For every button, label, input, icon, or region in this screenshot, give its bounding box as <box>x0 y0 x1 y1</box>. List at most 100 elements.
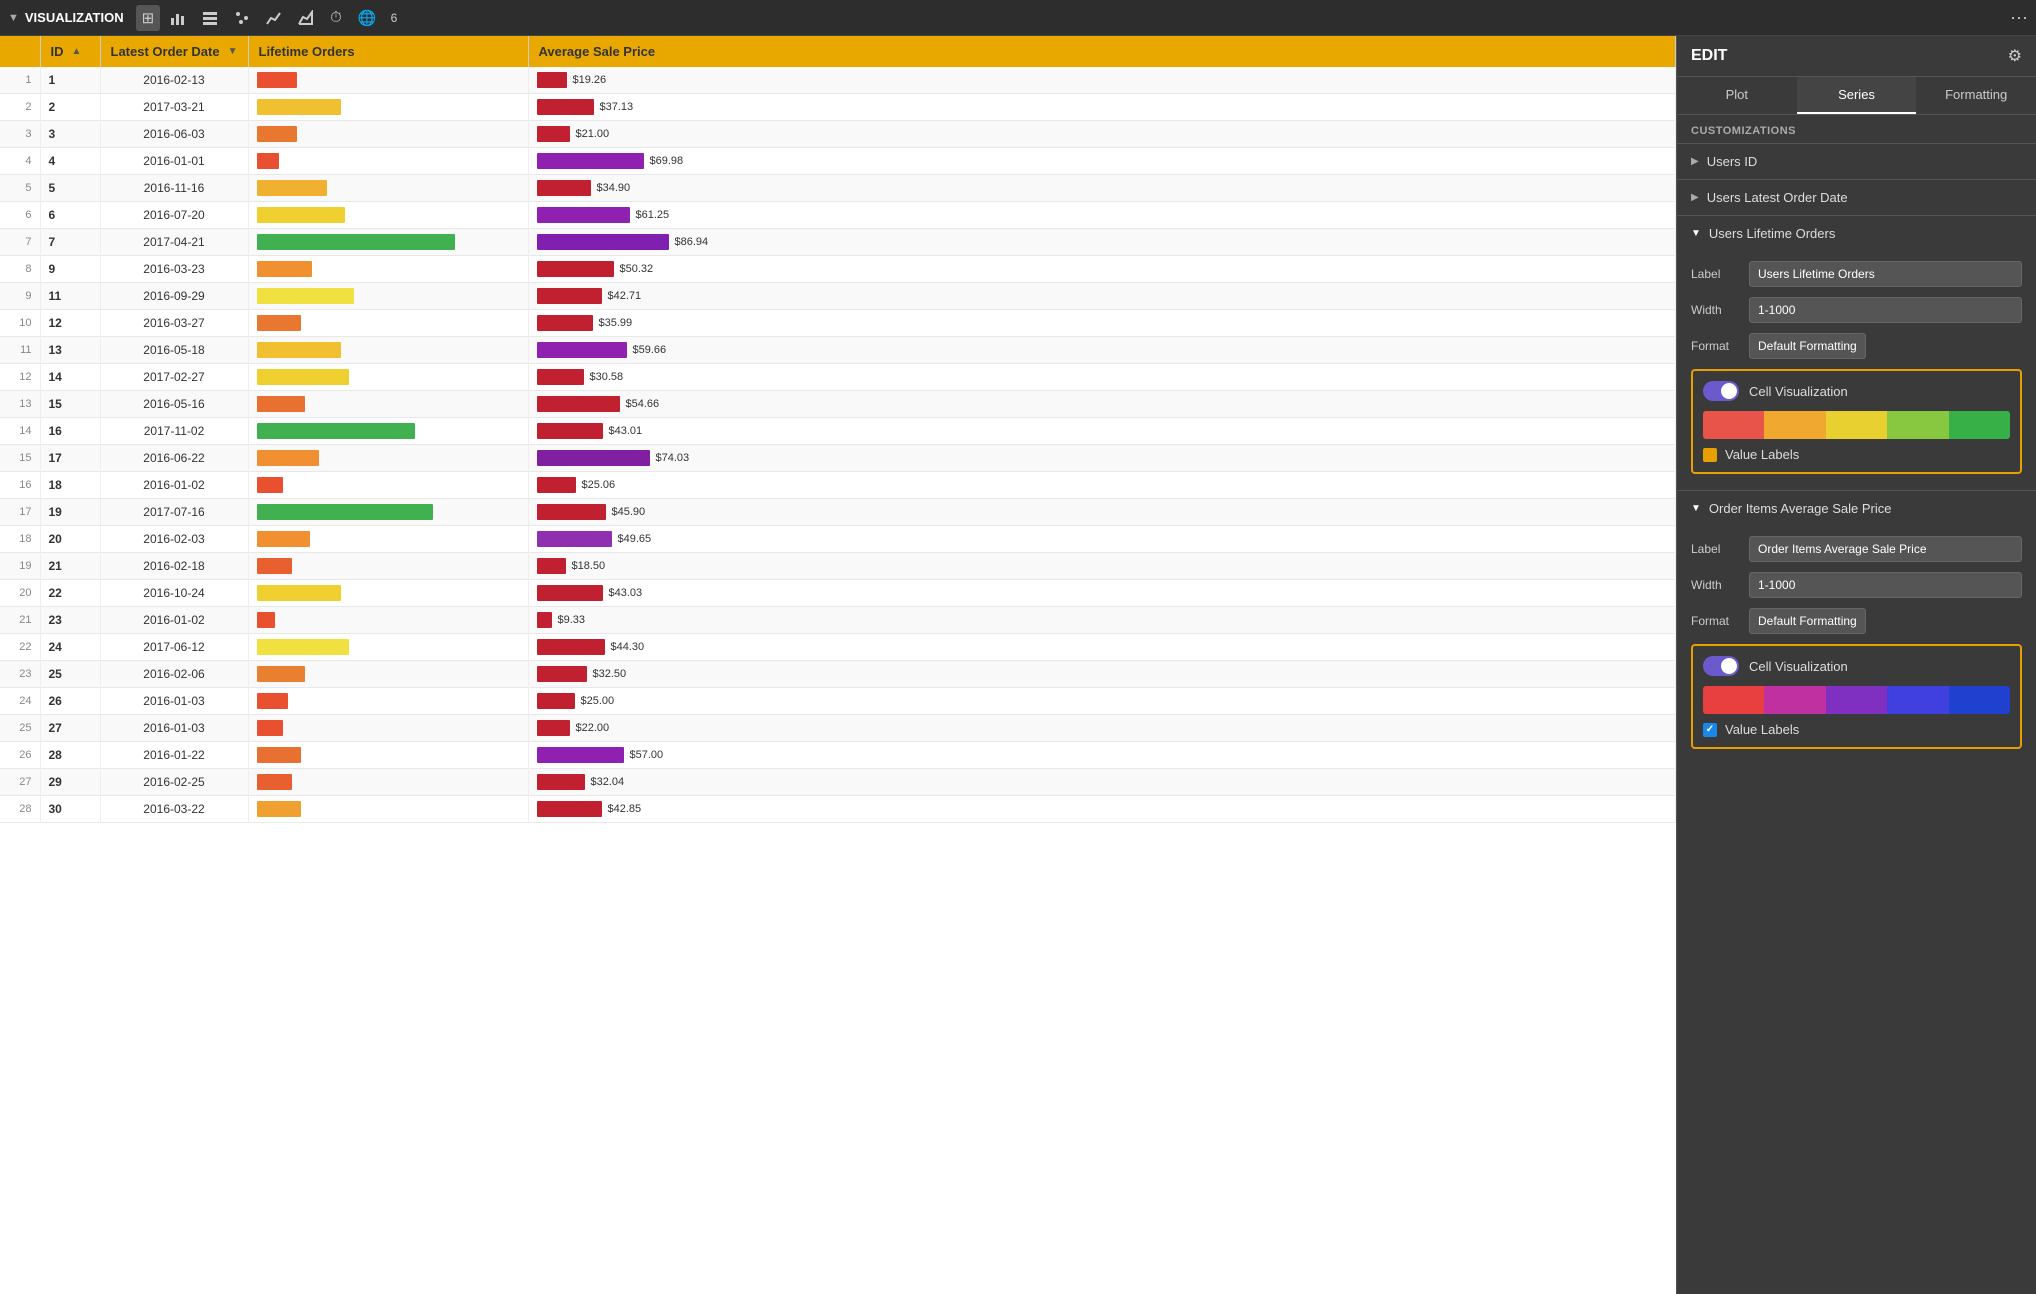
chevron-right-icon: ▶ <box>1691 156 1699 167</box>
grid-view-icon[interactable]: ⊞ <box>136 5 161 31</box>
tab-series[interactable]: Series <box>1797 77 1917 114</box>
bar-chart-icon[interactable] <box>164 5 192 31</box>
table-row: 24 26 2016-01-03 $25.00 <box>0 688 1676 715</box>
gear-icon[interactable]: ⚙ <box>2008 46 2022 66</box>
table-row: 25 27 2016-01-03 $22.00 <box>0 715 1676 742</box>
table-row: 16 18 2016-01-02 $25.06 <box>0 472 1676 499</box>
date-cell: 2017-04-21 <box>100 229 248 256</box>
price-cell: $9.33 <box>528 607 1676 634</box>
id-cell: 22 <box>40 580 100 607</box>
date-cell: 2016-02-18 <box>100 553 248 580</box>
table-row: 13 15 2016-05-16 $54.66 <box>0 391 1676 418</box>
row-num-cell: 20 <box>0 580 40 607</box>
orders-bar-cell <box>248 256 528 283</box>
row-num-cell: 18 <box>0 526 40 553</box>
price-cell: $32.50 <box>528 661 1676 688</box>
table-row: 6 6 2016-07-20 $61.25 <box>0 202 1676 229</box>
orders-bar-cell <box>248 229 528 256</box>
table-row: 9 11 2016-09-29 $42.71 <box>0 283 1676 310</box>
id-cell: 4 <box>40 148 100 175</box>
date-cell: 2016-01-03 <box>100 715 248 742</box>
table-row: 1 1 2016-02-13 $19.26 <box>0 67 1676 94</box>
orders-bar-cell <box>248 580 528 607</box>
avg-price-width-field-label: Width <box>1691 578 1741 592</box>
date-cell: 2016-01-22 <box>100 742 248 769</box>
avg-sale-price-label-input[interactable] <box>1749 536 2022 562</box>
more-options-icon[interactable]: ··· <box>2010 7 2028 28</box>
orders-column-header[interactable]: Lifetime Orders <box>248 36 528 67</box>
line-chart-icon[interactable] <box>260 5 288 31</box>
price-cell: $25.06 <box>528 472 1676 499</box>
orders-bar-cell <box>248 526 528 553</box>
price-cell: $42.71 <box>528 283 1676 310</box>
table-row: 19 21 2016-02-18 $18.50 <box>0 553 1676 580</box>
lifetime-orders-toggle[interactable] <box>1703 381 1739 401</box>
orders-bar-cell <box>248 445 528 472</box>
price-column-header[interactable]: Average Sale Price <box>528 36 1676 67</box>
scatter-icon[interactable] <box>228 5 256 31</box>
avg-sale-price-toggle[interactable] <box>1703 656 1739 676</box>
area-chart-icon[interactable] <box>292 5 320 31</box>
globe-icon[interactable]: 🌐 <box>352 5 383 31</box>
lifetime-orders-cell-viz-box: Cell Visualization Value Labels <box>1691 369 2022 474</box>
price-cell: $45.90 <box>528 499 1676 526</box>
lifetime-orders-value-labels-checkbox[interactable] <box>1703 448 1717 462</box>
orders-bar-cell <box>248 418 528 445</box>
date-cell: 2016-07-20 <box>100 202 248 229</box>
accordion-header-lifetime-orders[interactable]: ▼ Users Lifetime Orders <box>1677 216 2036 251</box>
lifetime-orders-label-input[interactable] <box>1749 261 2022 287</box>
avg-sale-price-format-select[interactable]: Default Formatting <box>1749 608 1866 634</box>
table-row: 3 3 2016-06-03 $21.00 <box>0 121 1676 148</box>
tab-formatting[interactable]: Formatting <box>1916 77 2036 114</box>
toolbar: ▼ VISUALIZATION ⊞ ⏱ 🌐 6 ··· <box>0 0 2036 36</box>
toolbar-title: ▼ VISUALIZATION <box>8 10 124 25</box>
accordion-avg-sale-price: ▼ Order Items Average Sale Price Label W… <box>1677 490 2036 765</box>
lifetime-orders-cell-viz-label: Cell Visualization <box>1749 384 1848 399</box>
main-content: ID ▲ Latest Order Date ▼ Lifetime Orders <box>0 36 2036 1294</box>
date-cell: 2016-09-29 <box>100 283 248 310</box>
price-cell: $69.98 <box>528 148 1676 175</box>
chevron-down-icon2: ▼ <box>1691 228 1701 239</box>
table-row: 7 7 2017-04-21 $86.94 <box>0 229 1676 256</box>
date-cell: 2016-02-25 <box>100 769 248 796</box>
table-row: 15 17 2016-06-22 $74.03 <box>0 445 1676 472</box>
avg-sale-price-width-input[interactable] <box>1749 572 2022 598</box>
tab-plot[interactable]: Plot <box>1677 77 1797 114</box>
lifetime-orders-color-bar[interactable] <box>1703 411 2010 439</box>
chevron-down-icon: ▼ <box>8 12 19 24</box>
accordion-header-users-id[interactable]: ▶ Users ID <box>1677 144 2036 179</box>
avg-sale-price-value-labels-checkbox[interactable]: ✓ <box>1703 723 1717 737</box>
table-row: 22 24 2017-06-12 $44.30 <box>0 634 1676 661</box>
row-num-cell: 11 <box>0 337 40 364</box>
date-cell: 2017-02-27 <box>100 364 248 391</box>
accordion-header-avg-sale-price[interactable]: ▼ Order Items Average Sale Price <box>1677 491 2036 526</box>
checkmark-icon: ✓ <box>1706 724 1714 735</box>
id-cell: 17 <box>40 445 100 472</box>
clock-icon[interactable]: ⏱ <box>324 5 348 31</box>
orders-bar-cell <box>248 94 528 121</box>
price-cell: $21.00 <box>528 121 1676 148</box>
accordion-header-latest-order-date[interactable]: ▶ Users Latest Order Date <box>1677 180 2036 215</box>
row-num-cell: 7 <box>0 229 40 256</box>
price-cell: $59.66 <box>528 337 1676 364</box>
date-cell: 2016-11-16 <box>100 175 248 202</box>
table-row: 8 9 2016-03-23 $50.32 <box>0 256 1676 283</box>
list-icon[interactable] <box>196 5 224 31</box>
row-num-cell: 28 <box>0 796 40 823</box>
date-cell: 2016-10-24 <box>100 580 248 607</box>
id-cell: 21 <box>40 553 100 580</box>
number-icon[interactable]: 6 <box>387 5 402 31</box>
accordion-label-latest-order-date: Users Latest Order Date <box>1707 190 1848 205</box>
avg-sale-price-color-bar[interactable] <box>1703 686 2010 714</box>
accordion-label-users-id: Users ID <box>1707 154 1758 169</box>
lifetime-orders-width-input[interactable] <box>1749 297 2022 323</box>
date-cell: 2016-05-18 <box>100 337 248 364</box>
date-cell: 2017-07-16 <box>100 499 248 526</box>
lifetime-orders-format-select[interactable]: Default Formatting <box>1749 333 1866 359</box>
price-cell: $43.01 <box>528 418 1676 445</box>
row-num-cell: 21 <box>0 607 40 634</box>
date-cell: 2016-06-22 <box>100 445 248 472</box>
data-table-area[interactable]: ID ▲ Latest Order Date ▼ Lifetime Orders <box>0 36 1676 1294</box>
date-column-header[interactable]: Latest Order Date ▼ <box>100 36 248 67</box>
id-column-header[interactable]: ID ▲ <box>40 36 100 67</box>
